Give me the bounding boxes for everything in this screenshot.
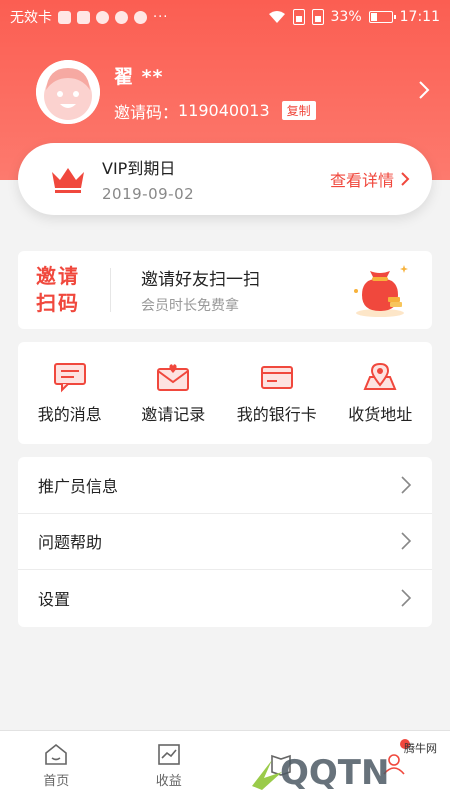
quick-action-label: 我的银行卡: [236, 405, 317, 424]
menu-item-label: 推广员信息: [38, 476, 119, 496]
bottom-nav: 首页 收益: [0, 730, 450, 800]
book-icon: [271, 754, 292, 776]
menu-item-help[interactable]: 问题帮助: [18, 514, 432, 571]
money-bag-icon: [354, 265, 408, 317]
vip-card[interactable]: VIP到期日 2019-09-02 查看详情: [18, 143, 432, 215]
status-bar: 无效卡 ··· 33% 17:11: [0, 0, 450, 34]
vip-detail-link[interactable]: 查看详情: [330, 167, 410, 191]
quick-action-label: 邀请记录: [141, 405, 206, 424]
menu-item-settings[interactable]: 设置: [18, 570, 432, 627]
notification-app-icon: [58, 10, 71, 24]
chevron-right-icon: [401, 532, 412, 550]
vip-expiry-date: 2019-09-02: [102, 185, 195, 203]
menu-item-label: 设置: [38, 590, 71, 610]
nav-mine[interactable]: [338, 731, 450, 800]
profile-header[interactable]: 翟 ** 邀请码： 119040013 复制: [36, 58, 434, 126]
notification-dot: [399, 739, 410, 749]
notification-app-icon: [115, 10, 128, 24]
chevron-right-icon: [401, 476, 412, 494]
divider: [110, 268, 111, 312]
location-map-icon: [363, 362, 397, 390]
invite-sub-text: 会员时长免费拿: [141, 298, 239, 314]
quick-actions: 我的消息 邀请记录 我的银行卡 收货地址: [18, 342, 432, 444]
invite-tag-line2: 扫码: [36, 291, 80, 315]
invite-main-text: 邀请好友扫一扫: [141, 270, 260, 290]
envelope-heart-icon: [157, 364, 190, 391]
quick-action-address[interactable]: 收货地址: [329, 342, 433, 444]
quick-action-label: 我的消息: [37, 405, 102, 424]
nav-label: 收益: [155, 774, 182, 789]
notification-heart-icon: [77, 10, 90, 24]
message-icon: [53, 363, 86, 393]
menu-item-promoter-info[interactable]: 推广员信息: [18, 457, 432, 514]
invite-tag: 邀请 扫码: [18, 263, 110, 317]
vip-title: VIP到期日: [102, 159, 176, 178]
quick-action-label: 收货地址: [348, 405, 413, 424]
menu-item-label: 问题帮助: [38, 533, 103, 553]
bank-card-icon: [260, 366, 293, 389]
invite-code-value: 119040013: [178, 101, 270, 120]
user-name: 翟 **: [114, 65, 164, 88]
home-icon: [45, 743, 68, 765]
chart-icon: [157, 744, 180, 765]
nav-earnings[interactable]: 收益: [113, 731, 226, 800]
chevron-right-icon[interactable]: [414, 78, 434, 102]
carrier-text: 无效卡: [10, 10, 52, 26]
nav-label: 首页: [43, 774, 70, 789]
quick-action-bank-card[interactable]: 我的银行卡: [225, 342, 329, 444]
vip-detail-label: 查看详情: [329, 171, 394, 190]
nav-home[interactable]: 首页: [0, 731, 113, 800]
sim-icon: [311, 9, 324, 25]
menu-list: 推广员信息 问题帮助 设置: [18, 457, 432, 627]
battery-percent: 33%: [330, 9, 362, 25]
avatar-face-icon: [36, 60, 100, 124]
copy-button[interactable]: 复制: [281, 101, 316, 120]
quick-action-messages[interactable]: 我的消息: [18, 342, 122, 444]
nav-third[interactable]: [225, 731, 338, 800]
invite-code-label: 邀请码：: [114, 102, 179, 122]
avatar[interactable]: [36, 60, 100, 124]
chevron-right-icon: [401, 172, 410, 186]
chevron-right-icon: [401, 589, 412, 608]
sim-icon: [292, 9, 305, 25]
invite-scan-banner[interactable]: 邀请 扫码 邀请好友扫一扫 会员时长免费拿: [18, 251, 432, 329]
invite-tag-line1: 邀请: [36, 264, 80, 288]
wifi-icon: [268, 11, 285, 23]
quick-action-invite-records[interactable]: 邀请记录: [122, 342, 226, 444]
clock: 17:11: [399, 9, 440, 25]
more-notifications-icon: ···: [153, 9, 169, 25]
crown-icon: [52, 168, 84, 193]
user-icon: [383, 753, 405, 775]
notification-app-icon: [134, 10, 147, 24]
battery-icon: [368, 11, 396, 23]
notification-app-icon: [96, 10, 109, 24]
